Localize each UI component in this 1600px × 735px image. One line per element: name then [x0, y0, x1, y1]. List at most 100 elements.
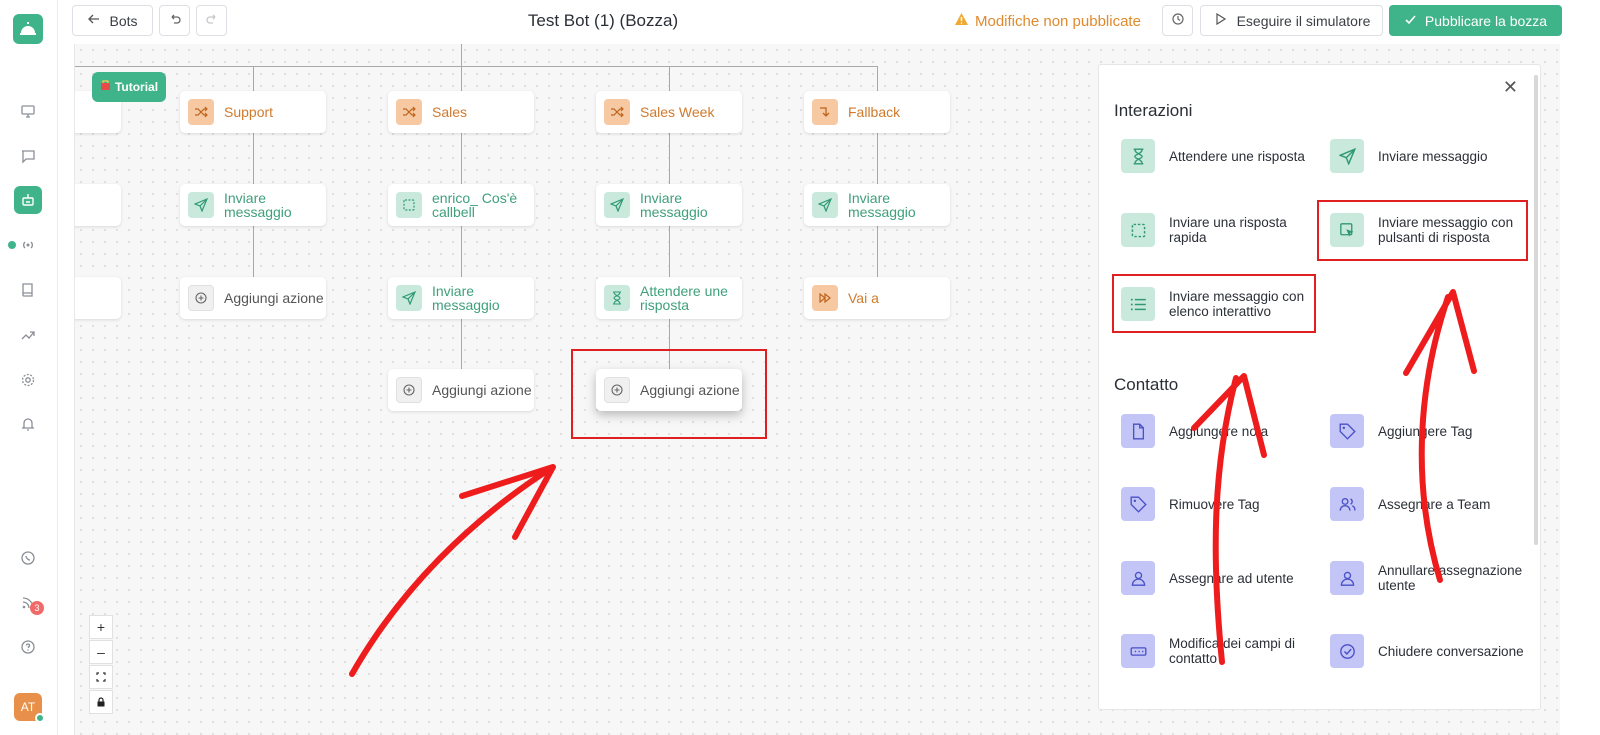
shuffle-icon [604, 99, 630, 125]
node-send-message[interactable]: Inviare messaggio [180, 184, 326, 226]
option-send-message[interactable]: Inviare messaggio [1330, 136, 1530, 176]
zoom-in-button[interactable]: + [89, 615, 113, 639]
option-close-conversation[interactable]: Chiudere conversazione [1330, 631, 1530, 671]
node-support[interactable]: Support [180, 91, 326, 133]
hourglass-icon [1121, 139, 1155, 173]
option-add-note[interactable]: Aggiungere nota [1121, 411, 1321, 451]
option-assign-team[interactable]: Assegnare a Team [1330, 484, 1530, 524]
connector [461, 44, 462, 66]
option-edit-contact-fields[interactable]: Modifica dei campi di contatto [1121, 631, 1321, 671]
users-icon [1330, 487, 1364, 521]
connector [461, 133, 462, 184]
check-circle-icon [1330, 634, 1364, 668]
option-remove-tag[interactable]: Rimuovere Tag [1121, 484, 1321, 524]
gear-icon[interactable] [14, 366, 42, 394]
connector [669, 66, 670, 91]
send-icon [396, 285, 422, 311]
option-add-tag[interactable]: Aggiungere Tag [1330, 411, 1530, 451]
whatsapp-icon[interactable] [14, 544, 42, 572]
check-icon [1404, 13, 1417, 29]
bell-icon[interactable] [14, 410, 42, 438]
tag-icon [1330, 414, 1364, 448]
partial-node[interactable]: o [75, 184, 121, 226]
action-picker-panel: ✕ Interazioni Attendere une risposta Inv… [1098, 64, 1541, 710]
history-icon [1171, 12, 1185, 29]
lock-icon [96, 694, 106, 710]
connector [461, 226, 462, 277]
node-fallback[interactable]: Fallback [804, 91, 950, 133]
user-icon [1330, 561, 1364, 595]
highlight-box [1317, 200, 1528, 261]
zoom-out-button[interactable]: – [89, 640, 113, 664]
fit-view-icon [96, 669, 106, 685]
file-icon [1121, 414, 1155, 448]
node-send-message[interactable]: Inviare messaggio [804, 184, 950, 226]
send-icon [188, 192, 214, 218]
node-wait-response[interactable]: Attendere une risposta [596, 277, 742, 319]
publish-draft-button[interactable]: Pubblicare la bozza [1389, 5, 1562, 36]
top-bar: Bots Test Bot (1) (Bozza) Modifiche non … [58, 0, 1600, 44]
history-button[interactable] [1162, 5, 1193, 36]
tutorial-icon [100, 80, 111, 94]
connector [253, 226, 254, 277]
option-wait-response[interactable]: Attendere une risposta [1121, 136, 1321, 176]
option-quick-reply[interactable]: Inviare una risposta rapida [1121, 210, 1321, 250]
unpublished-warning: Modifiche non pubblicate [954, 12, 1141, 30]
turn-down-icon [812, 99, 838, 125]
tag-icon [1121, 487, 1155, 521]
node-quick-reply[interactable]: enrico_ Cos'è callbell [388, 184, 534, 226]
node-send-message[interactable]: Inviare messaggio [388, 277, 534, 319]
partial-node[interactable] [75, 277, 121, 319]
connector [253, 133, 254, 184]
bell-logo-icon[interactable] [13, 14, 43, 44]
fit-view-button[interactable] [89, 665, 113, 689]
run-simulator-button[interactable]: Eseguire il simulatore [1200, 5, 1383, 36]
play-icon [1213, 12, 1227, 29]
option-unassign-user[interactable]: Annullare assegnazione utente [1330, 558, 1530, 598]
node-go-to[interactable]: Vai a [804, 277, 950, 319]
send-icon [812, 192, 838, 218]
connector [877, 226, 878, 277]
node-send-message[interactable]: Inviare messaggio [596, 184, 742, 226]
node-add-action[interactable]: Aggiungi azione [180, 277, 326, 319]
trend-icon[interactable] [14, 321, 42, 349]
book-icon[interactable] [14, 276, 42, 304]
option-assign-user[interactable]: Assegnare ad utente [1121, 558, 1321, 598]
plus-circle-icon [396, 377, 422, 403]
user-icon [1121, 561, 1155, 595]
connector [461, 66, 462, 91]
node-sales[interactable]: Sales [388, 91, 534, 133]
chat-icon[interactable] [14, 142, 42, 170]
node-add-action[interactable]: Aggiungi azione [388, 369, 534, 411]
connector [461, 319, 462, 369]
contact-heading: Contatto [1114, 375, 1179, 394]
fast-forward-icon [812, 285, 838, 311]
close-icon[interactable]: ✕ [1503, 77, 1518, 98]
shuffle-icon [396, 99, 422, 125]
monitor-icon[interactable] [14, 97, 42, 125]
connector [75, 66, 878, 67]
quick-reply-icon [1121, 213, 1155, 247]
send-icon [604, 192, 630, 218]
shuffle-icon [188, 99, 214, 125]
connector [669, 133, 670, 184]
tutorial-button[interactable]: Tutorial [92, 72, 166, 102]
panel-scrollbar[interactable] [1534, 75, 1538, 545]
notification-badge: 3 [30, 601, 44, 615]
send-icon [1330, 139, 1364, 173]
lock-button[interactable] [89, 690, 113, 714]
broadcast-icon[interactable] [14, 231, 42, 259]
node-sales-week[interactable]: Sales Week [596, 91, 742, 133]
connector [877, 66, 878, 91]
hourglass-icon [604, 285, 630, 311]
interactions-heading: Interazioni [1114, 101, 1193, 120]
quick-reply-icon [396, 192, 422, 218]
online-indicator [35, 713, 45, 723]
input-field-icon [1121, 634, 1155, 668]
highlight-box [571, 349, 767, 439]
bot-icon[interactable] [14, 186, 42, 214]
highlight-box [1112, 274, 1316, 333]
help-icon[interactable] [14, 633, 42, 661]
plus-circle-icon [188, 285, 214, 311]
connector [877, 133, 878, 184]
